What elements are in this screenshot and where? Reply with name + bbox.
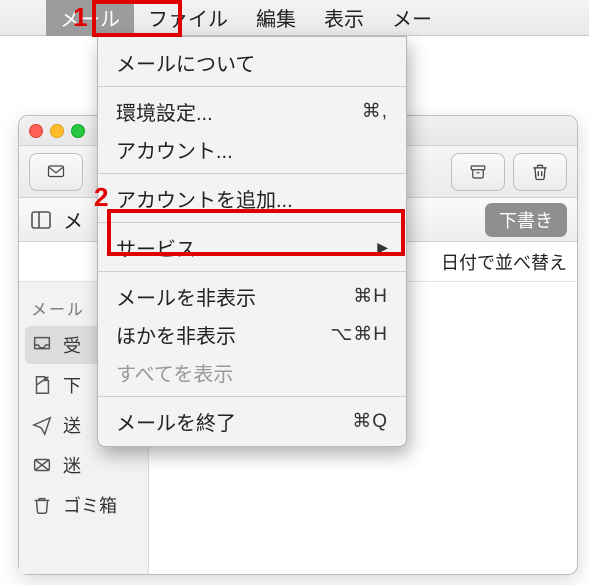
- archive-button[interactable]: [451, 153, 505, 191]
- drafts-pill[interactable]: 下書き: [485, 203, 567, 237]
- menubar-item-view[interactable]: 表示: [310, 0, 378, 36]
- inbox-icon: [29, 334, 55, 356]
- menubar-item-more[interactable]: メー: [378, 0, 446, 36]
- trash-button[interactable]: [513, 153, 567, 191]
- compose-button[interactable]: [29, 153, 83, 191]
- menu-item-label: メールを非表示: [116, 282, 256, 311]
- sidebar-item-label: 送: [63, 412, 81, 438]
- sidebar-item-label: 受: [63, 332, 81, 358]
- sidebar-item-label: 迷: [63, 452, 81, 478]
- menu-item-label: すべてを表示: [116, 358, 233, 387]
- window-maximize-icon[interactable]: [71, 124, 85, 138]
- menu-item-label: 環境設定...: [116, 97, 213, 126]
- sidebar-item-label: ゴミ箱: [63, 492, 117, 518]
- menu-about-mail[interactable]: メールについて: [98, 43, 406, 81]
- menu-shortcut: ⌘,: [362, 100, 388, 123]
- trash-icon: [29, 494, 55, 516]
- sidebar-item-junk[interactable]: 迷: [25, 446, 142, 484]
- menu-separator: [98, 173, 406, 174]
- menubar-item-file[interactable]: ファイル: [134, 0, 242, 36]
- sort-label[interactable]: 日付で並べ替え: [441, 249, 567, 275]
- sidebar-item-trash[interactable]: ゴミ箱: [25, 486, 142, 524]
- sent-icon: [29, 414, 55, 436]
- mail-menu-dropdown: メールについて 環境設定... ⌘, アカウント... アカウントを追加... …: [97, 36, 407, 447]
- drafts-icon: [29, 374, 55, 396]
- menu-item-label: ほかを非表示: [116, 320, 236, 349]
- menu-hide-others[interactable]: ほかを非表示 ⌥⌘H: [98, 315, 406, 353]
- window-close-icon[interactable]: [29, 124, 43, 138]
- menu-show-all: すべてを表示: [98, 353, 406, 391]
- menu-separator: [98, 86, 406, 87]
- menu-separator: [98, 222, 406, 223]
- menu-separator: [98, 271, 406, 272]
- menu-item-label: アカウント...: [116, 135, 233, 164]
- menu-shortcut: ⌥⌘H: [330, 323, 388, 346]
- menu-hide-mail[interactable]: メールを非表示 ⌘H: [98, 277, 406, 315]
- menu-item-label: メールについて: [116, 48, 255, 77]
- menu-shortcut: ⌘Q: [352, 410, 388, 433]
- sidebar-item-label: 下: [63, 372, 81, 398]
- menubar-item-edit[interactable]: 編集: [242, 0, 310, 36]
- menu-item-label: メールを終了: [116, 407, 236, 436]
- sidebar-toggle-icon[interactable]: [29, 208, 53, 232]
- junk-icon: [29, 454, 55, 476]
- menu-accounts[interactable]: アカウント...: [98, 130, 406, 168]
- mailbox-tab-label: メ: [63, 205, 83, 234]
- menu-separator: [98, 396, 406, 397]
- menu-services[interactable]: サービス ▶: [98, 228, 406, 266]
- menubar: メール ファイル 編集 表示 メー: [0, 0, 589, 36]
- menu-preferences[interactable]: 環境設定... ⌘,: [98, 92, 406, 130]
- menu-item-label: アカウントを追加...: [116, 184, 293, 213]
- menu-item-label: サービス: [116, 233, 196, 262]
- window-minimize-icon[interactable]: [50, 124, 64, 138]
- menu-shortcut: ⌘H: [353, 285, 388, 308]
- menu-quit-mail[interactable]: メールを終了 ⌘Q: [98, 402, 406, 440]
- menubar-item-mail[interactable]: メール: [46, 0, 134, 36]
- menu-add-account[interactable]: アカウントを追加...: [98, 179, 406, 217]
- submenu-arrow-icon: ▶: [377, 239, 388, 256]
